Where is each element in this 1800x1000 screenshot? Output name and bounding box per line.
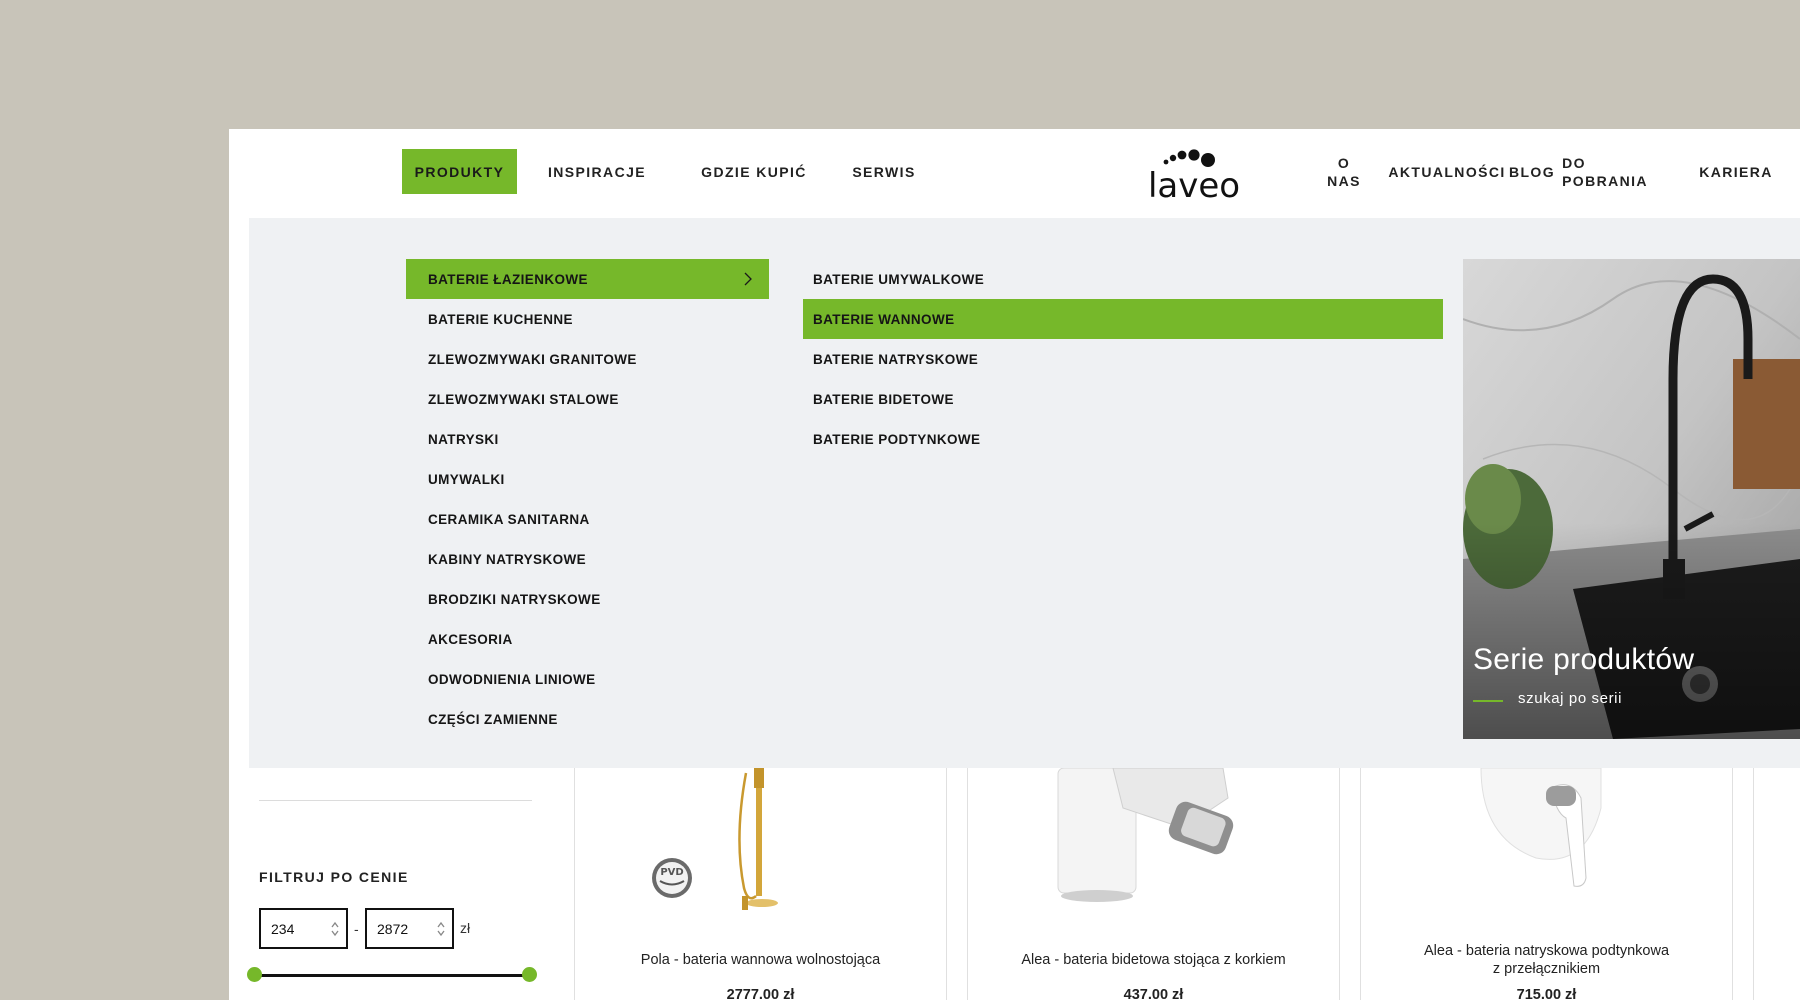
product-card-partial[interactable] (1753, 768, 1800, 1000)
logo-wordmark: laveo (1148, 166, 1240, 206)
price-separator: - (354, 921, 359, 937)
price-min-input[interactable]: 234 (259, 908, 348, 949)
category-label: BATERIE ŁAZIENKOWE (428, 271, 588, 287)
pvd-badge-text: PVD (660, 867, 683, 878)
category-baterie-kuchenne[interactable]: BATERIE KUCHENNE (406, 299, 573, 339)
filter-divider (259, 800, 532, 801)
category-umywalki[interactable]: UMYWALKI (406, 459, 505, 499)
promo-product-series[interactable]: Serie produktów szukaj po serii (1463, 259, 1800, 739)
category-czesci-zamienne[interactable]: CZĘŚCI ZAMIENNE (406, 699, 558, 739)
nav-do-pobrania[interactable]: DO POBRANIA (1560, 149, 1650, 194)
product-name-line2[interactable]: z przełącznikiem (1361, 960, 1732, 978)
nav-o-nas-line2: NAS (1327, 172, 1361, 189)
subcategory-list: BATERIE UMYWALKOWE BATERIE WANNOWE BATER… (803, 259, 1443, 459)
subcategory-baterie-umywalkowe[interactable]: BATERIE UMYWALKOWE (803, 259, 984, 299)
mega-menu: BATERIE ŁAZIENKOWE BATERIE KUCHENNE ZLEW… (249, 218, 1800, 768)
product-name[interactable]: Alea - bateria bidetowa stojąca z korkie… (968, 951, 1339, 969)
price-slider-track[interactable] (254, 974, 529, 977)
nav-kariera[interactable]: KARIERA (1681, 149, 1791, 194)
chevron-right-icon (744, 272, 752, 286)
nav-o-nas[interactable]: O NAS (1319, 149, 1369, 194)
nav-do-pobrania-line1: DO (1562, 154, 1586, 171)
nav-o-nas-line1: O (1337, 154, 1351, 171)
filter-title: FILTRUJ PO CENIE (259, 869, 409, 885)
product-price: 437.00 zł (1123, 987, 1184, 1000)
spinner-icon[interactable] (436, 919, 446, 939)
category-akcesoria[interactable]: AKCESORIA (406, 619, 513, 659)
subcategory-baterie-podtynkowe[interactable]: BATERIE PODTYNKOWE (803, 419, 980, 459)
product-card[interactable]: PVD Pola - bateria wannowa wolnostojąca … (574, 768, 947, 1000)
spinner-icon[interactable] (330, 919, 340, 939)
product-name[interactable]: Pola - bateria wannowa wolnostojąca (575, 951, 946, 969)
nav-inspiracje[interactable]: INSPIRACJE (537, 149, 657, 194)
category-natryski[interactable]: NATRYSKI (406, 419, 499, 459)
price-max-input[interactable]: 2872 (365, 908, 454, 949)
site-header: PRODUKTY INSPIRACJE GDZIE KUPIĆ SERWIS l… (229, 129, 1800, 218)
nav-serwis[interactable]: SERWIS (839, 149, 929, 194)
currency-label: zł (460, 920, 471, 936)
product-image-alea-shower[interactable] (1476, 768, 1626, 898)
promo-title: Serie produktów (1473, 643, 1695, 676)
price-min-value: 234 (271, 920, 295, 937)
product-card[interactable]: Alea - bateria natryskowa podtynkowa z p… (1360, 768, 1733, 1000)
product-price: 715.00 zł (1516, 987, 1577, 1000)
product-image-alea-bidet[interactable] (1053, 768, 1253, 908)
promo-subtitle: szukaj po serii (1518, 690, 1623, 707)
category-ceramika-sanitarna[interactable]: CERAMIKA SANITARNA (406, 499, 590, 539)
nav-produkty[interactable]: PRODUKTY (402, 149, 517, 194)
price-slider-max-handle[interactable] (522, 967, 537, 982)
product-card[interactable]: Alea - bateria bidetowa stojąca z korkie… (967, 768, 1340, 1000)
nav-do-pobrania-line2: POBRANIA (1562, 172, 1648, 189)
category-brodziki-natryskowe[interactable]: BRODZIKI NATRYSKOWE (406, 579, 601, 619)
category-baterie-lazienkowe[interactable]: BATERIE ŁAZIENKOWE (406, 259, 769, 299)
category-list: BATERIE ŁAZIENKOWE BATERIE KUCHENNE ZLEW… (406, 259, 769, 739)
category-odwodnienia-liniowe[interactable]: ODWODNIENIA LINIOWE (406, 659, 596, 699)
category-zlewozmywaki-granitowe[interactable]: ZLEWOZMYWAKI GRANITOWE (406, 339, 637, 379)
product-image-pola[interactable]: PVD (650, 768, 820, 918)
laveo-logo[interactable]: laveo (1144, 141, 1244, 207)
nav-gdzie-kupic[interactable]: GDZIE KUPIĆ (689, 149, 819, 194)
category-kabiny-natryskowe[interactable]: KABINY NATRYSKOWE (406, 539, 586, 579)
page-frame: PRODUKTY INSPIRACJE GDZIE KUPIĆ SERWIS l… (229, 129, 1800, 1000)
product-name-line1[interactable]: Alea - bateria natryskowa podtynkowa (1361, 942, 1732, 960)
price-slider-min-handle[interactable] (247, 967, 262, 982)
nav-blog[interactable]: BLOG (1508, 149, 1556, 194)
subcategory-baterie-natryskowe[interactable]: BATERIE NATRYSKOWE (803, 339, 978, 379)
price-max-value: 2872 (377, 920, 409, 937)
product-price: 2777.00 zł (726, 987, 795, 1000)
category-zlewozmywaki-stalowe[interactable]: ZLEWOZMYWAKI STALOWE (406, 379, 619, 419)
subcategory-baterie-bidetowe[interactable]: BATERIE BIDETOWE (803, 379, 954, 419)
subcategory-baterie-wannowe[interactable]: BATERIE WANNOWE (803, 299, 1443, 339)
promo-accent-line (1473, 700, 1503, 702)
nav-aktualnosci[interactable]: AKTUALNOŚCI (1388, 149, 1504, 194)
